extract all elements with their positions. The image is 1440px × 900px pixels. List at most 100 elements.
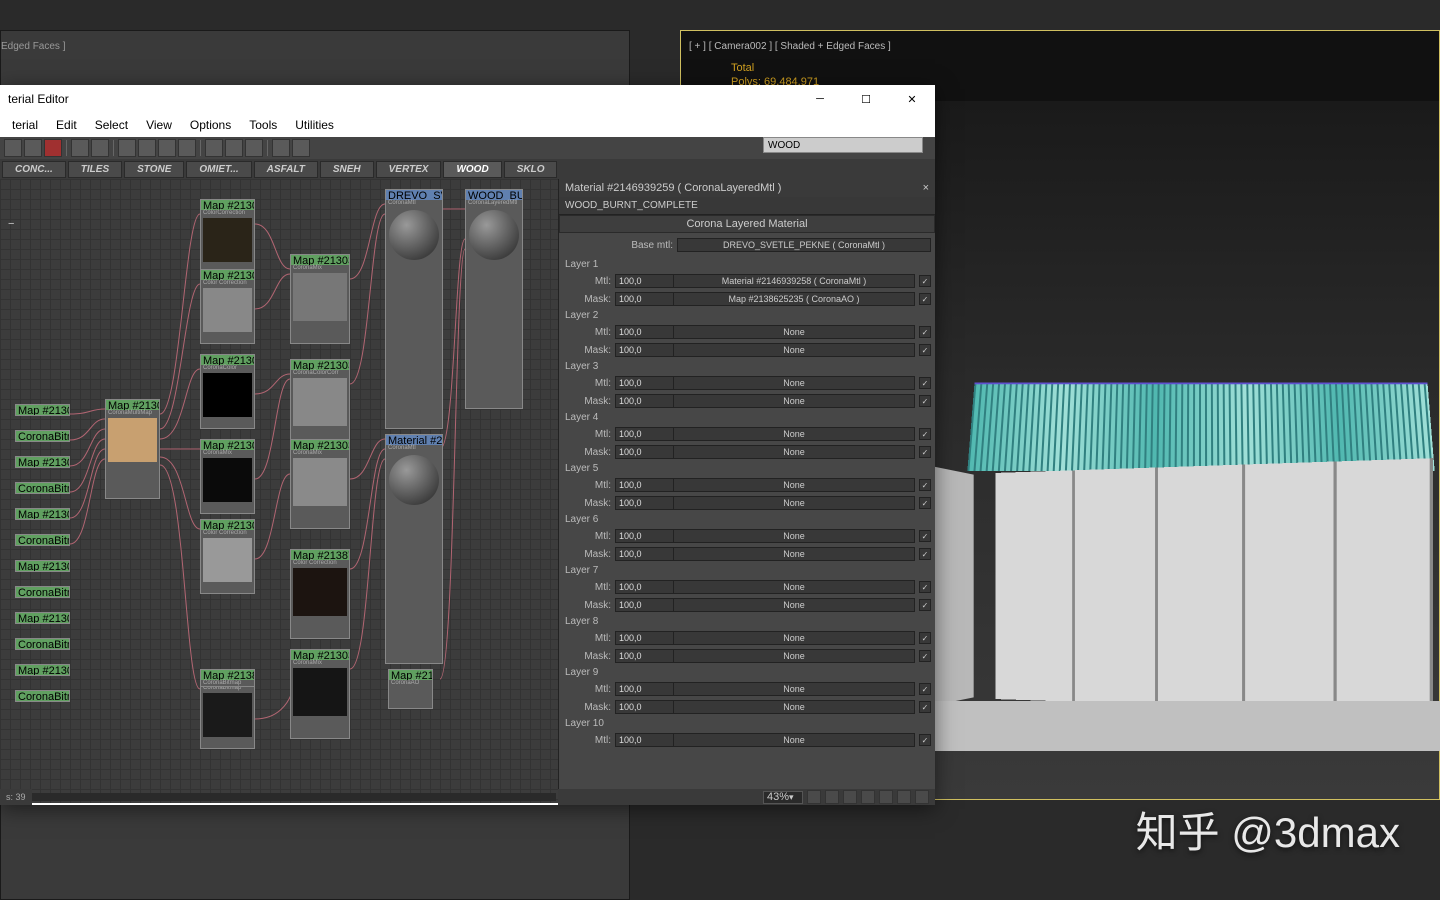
nav-icon[interactable] — [861, 790, 875, 804]
tab-sklo[interactable]: SKLO — [504, 161, 558, 178]
mtl-checkbox[interactable]: ✓ — [919, 428, 931, 440]
graph-node[interactable]: CoronaBitmap — [15, 430, 70, 442]
menu-tools[interactable]: Tools — [241, 116, 285, 134]
mtl-slot[interactable]: None — [673, 733, 915, 747]
menu-view[interactable]: View — [138, 116, 180, 134]
mtl-slot[interactable]: None — [673, 325, 915, 339]
tool-button[interactable] — [71, 139, 89, 157]
graph-node[interactable]: Map #213038814CoronaColorCorr — [290, 359, 350, 449]
mtl-checkbox[interactable]: ✓ — [919, 530, 931, 542]
menu-options[interactable]: Options — [182, 116, 239, 134]
tool-button[interactable] — [4, 139, 22, 157]
menu-utilities[interactable]: Utilities — [287, 116, 342, 134]
tab-asfalt[interactable]: ASFALT — [254, 161, 318, 178]
graph-node[interactable]: CoronaBitmap — [15, 690, 70, 702]
mask-slot[interactable]: None — [673, 343, 915, 357]
graph-node[interactable]: Map #213038824CoronaMix — [290, 254, 350, 344]
mtl-slot[interactable]: None — [673, 376, 915, 390]
graph-node[interactable]: Map #213038810CoronaMix — [290, 439, 350, 529]
zoom-extents-icon[interactable] — [843, 790, 857, 804]
graph-node[interactable]: Map #213038511CoronaMultiMap — [105, 399, 160, 499]
tab-wood[interactable]: WOOD — [443, 161, 501, 178]
mtl-checkbox[interactable]: ✓ — [919, 275, 931, 287]
nav-icon[interactable] — [915, 790, 929, 804]
mask-slot[interactable]: None — [673, 547, 915, 561]
menu-edit[interactable]: Edit — [48, 116, 85, 134]
mask-slot[interactable]: None — [673, 598, 915, 612]
zoom-icon[interactable] — [825, 790, 839, 804]
graph-node[interactable]: Map #213038823CoronaMix — [200, 439, 255, 514]
mask-slot[interactable]: Map #2138625235 ( CoronaAO ) — [673, 292, 915, 306]
delete-button[interactable] — [44, 139, 62, 157]
tab-sneh[interactable]: SNEH — [320, 161, 374, 178]
tab-vertex[interactable]: VERTEX — [376, 161, 442, 178]
tab-omiet[interactable]: OMIET... — [186, 161, 251, 178]
tab-tiles[interactable]: TILES — [68, 161, 122, 178]
mtl-checkbox[interactable]: ✓ — [919, 632, 931, 644]
window-titlebar[interactable]: terial Editor ─ ☐ ✕ — [0, 85, 935, 113]
menu-select[interactable]: Select — [87, 116, 136, 134]
mask-slot[interactable]: None — [673, 394, 915, 408]
tool-button[interactable] — [225, 139, 243, 157]
node-graph[interactable]: Map #213038... CoronaBitmap Map #213038...… — [0, 179, 558, 803]
minimize-button[interactable]: ─ — [805, 89, 835, 109]
graph-node[interactable]: CoronaBitmap — [15, 482, 70, 494]
tool-button[interactable] — [118, 139, 136, 157]
graph-node[interactable]: Map #213038804ColorCorrection — [200, 199, 255, 274]
tab-stone[interactable]: STONE — [124, 161, 184, 178]
base-mtl-slot[interactable]: DREVO_SVETLE_PEKNE ( CoronaMtl ) — [677, 238, 931, 252]
rollout-header[interactable]: − Corona Layered Material — [559, 215, 935, 233]
mask-checkbox[interactable]: ✓ — [919, 497, 931, 509]
menu-terial[interactable]: terial — [4, 116, 46, 134]
graph-node[interactable]: Map #21387...CoronaBitmap — [200, 669, 255, 687]
graph-node[interactable]: Map #213038... — [15, 664, 70, 676]
mask-slot[interactable]: None — [673, 445, 915, 459]
tool-button[interactable] — [138, 139, 156, 157]
graph-node[interactable]: CoronaBitmap — [15, 534, 70, 546]
mask-slot[interactable]: None — [673, 649, 915, 663]
graph-node[interactable]: CoronaBitmap — [15, 586, 70, 598]
mtl-slot[interactable]: None — [673, 478, 915, 492]
zoom-value[interactable]: 43% ▾ — [763, 791, 803, 804]
mtl-checkbox[interactable]: ✓ — [919, 377, 931, 389]
graph-node[interactable]: Map #213038821Color Correction — [200, 269, 255, 344]
mask-slot[interactable]: None — [673, 700, 915, 714]
nav-icon[interactable] — [879, 790, 893, 804]
graph-node[interactable]: Map #213038... — [15, 456, 70, 468]
mask-checkbox[interactable]: ✓ — [919, 650, 931, 662]
graph-node[interactable]: Map #21386...CoronaAO — [388, 669, 433, 709]
graph-node[interactable]: Map #213038822Color Correction — [200, 519, 255, 594]
graph-node[interactable]: Map #213038... — [15, 612, 70, 624]
mtl-checkbox[interactable]: ✓ — [919, 479, 931, 491]
tool-button[interactable] — [24, 139, 42, 157]
mask-checkbox[interactable]: ✓ — [919, 548, 931, 560]
mask-checkbox[interactable]: ✓ — [919, 446, 931, 458]
mask-checkbox[interactable]: ✓ — [919, 395, 931, 407]
tool-button[interactable] — [292, 139, 310, 157]
mtl-slot[interactable]: Material #2146939258 ( CoronaMtl ) — [673, 274, 915, 288]
graph-node[interactable]: CoronaBitmap — [15, 638, 70, 650]
tool-button[interactable] — [245, 139, 263, 157]
panel-close-icon[interactable]: × — [923, 182, 929, 194]
tool-button[interactable] — [205, 139, 223, 157]
tool-button[interactable] — [272, 139, 290, 157]
close-button[interactable]: ✕ — [897, 89, 927, 109]
tab-conc[interactable]: CONC... — [2, 161, 66, 178]
mtl-slot[interactable]: None — [673, 631, 915, 645]
tool-button[interactable] — [178, 139, 196, 157]
nav-icon[interactable] — [897, 790, 911, 804]
mtl-checkbox[interactable]: ✓ — [919, 683, 931, 695]
graph-node[interactable]: Map #213038... — [15, 560, 70, 572]
graph-node[interactable]: Map #213038... — [15, 508, 70, 520]
graph-node[interactable]: Map #213038748CoronaMix — [290, 649, 350, 739]
tool-button[interactable] — [158, 139, 176, 157]
graph-node[interactable]: DREVO_SVETLE...CoronaMtl — [385, 189, 443, 429]
mtl-checkbox[interactable]: ✓ — [919, 734, 931, 746]
maximize-button[interactable]: ☐ — [851, 89, 881, 109]
mtl-slot[interactable]: None — [673, 580, 915, 594]
tool-button[interactable] — [91, 139, 109, 157]
mask-checkbox[interactable]: ✓ — [919, 293, 931, 305]
mask-slot[interactable]: None — [673, 496, 915, 510]
graph-scrollbar[interactable] — [2, 793, 556, 801]
mtl-slot[interactable]: None — [673, 427, 915, 441]
